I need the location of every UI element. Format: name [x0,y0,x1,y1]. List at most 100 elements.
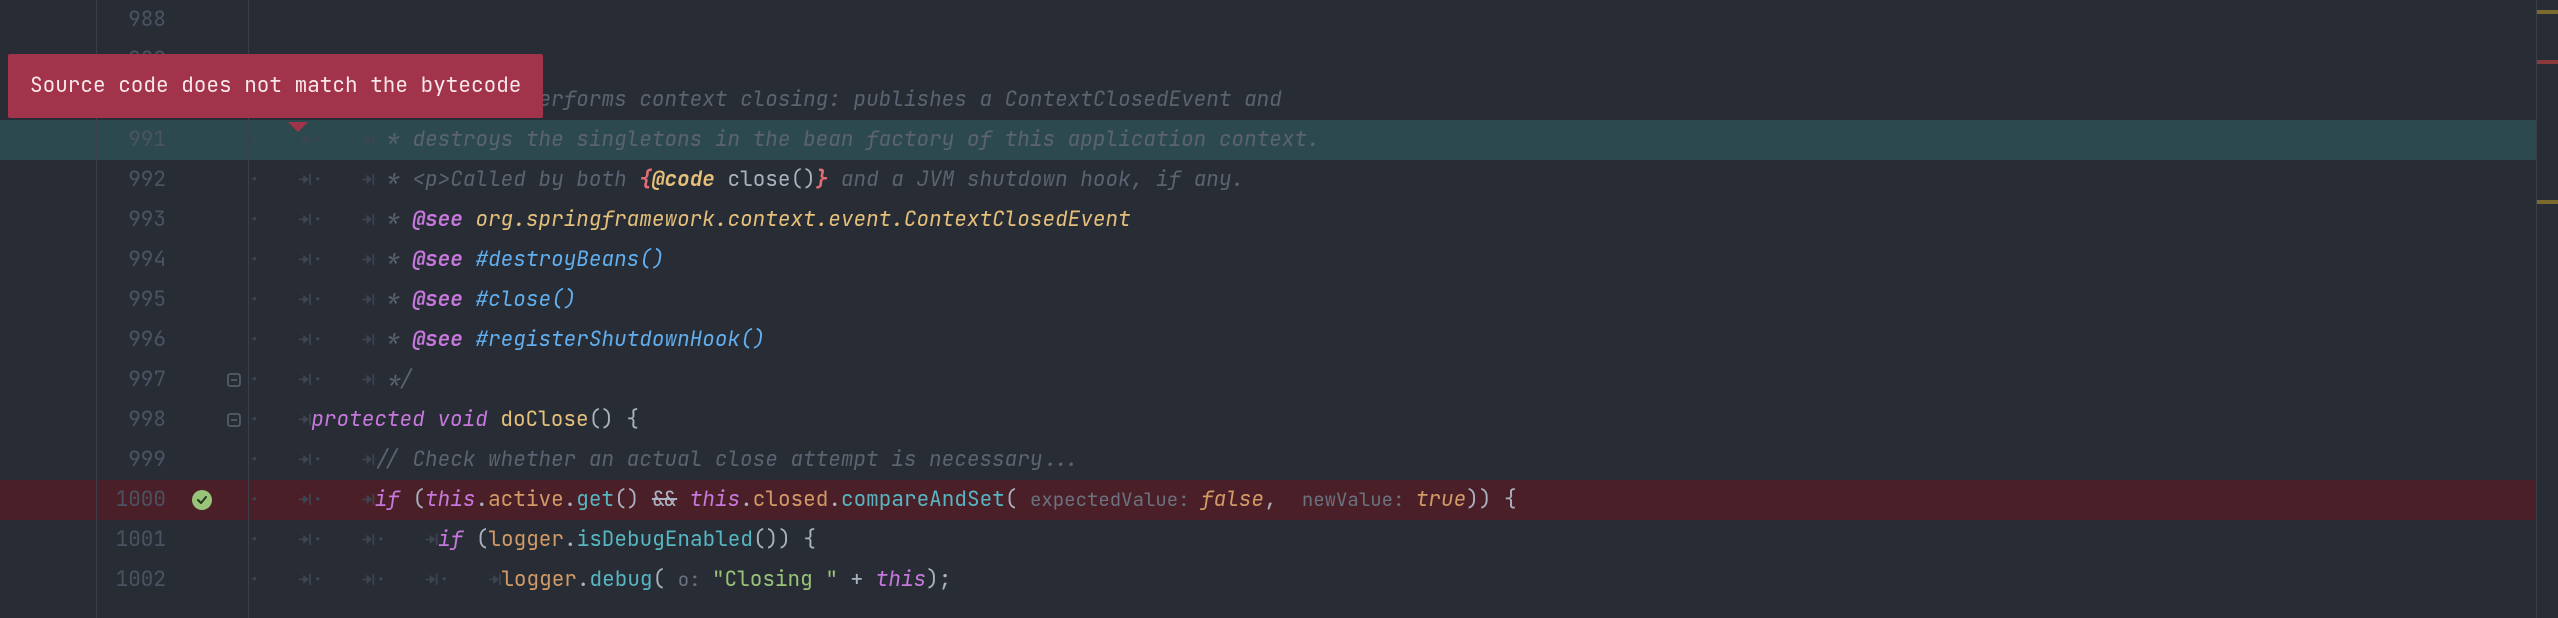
code-line[interactable]: 992 · ⇥· ⇥ * <p>Called by both {@code clo… [0,160,2558,200]
code-text[interactable]: · ⇥· ⇥ */ [248,360,2558,400]
line-number: 996 [96,320,184,360]
code-line[interactable]: 997· ⇥· ⇥ */ [0,360,2558,400]
token: ( [1005,486,1030,513]
line-number: 1001 [96,520,184,560]
token: . [577,566,590,593]
token: o: [678,567,712,592]
token: @code [652,166,715,193]
code-line[interactable]: 994 · ⇥· ⇥ * @see #destroyBeans() [0,240,2558,280]
token: isDebugEnabled [577,526,753,553]
line-number: 991 [96,120,184,160]
token: newValue: [1302,487,1416,512]
breakpoint-gutter[interactable] [184,490,220,510]
token: <p>Called by both [412,166,639,193]
code-text[interactable]: · ⇥· ⇥if (this.active.get() && this.clos… [248,480,2558,520]
token: { [639,166,652,193]
line-number: 994 [96,240,184,280]
code-text[interactable]: · ⇥· ⇥// Check whether an actual close a… [248,440,2558,480]
token: "Closing " [712,566,838,593]
token: false [1201,486,1264,513]
token: close() [715,166,816,193]
code-text[interactable]: · ⇥· ⇥ * @see org.springframework.contex… [248,200,2558,240]
line-number: 1000 [96,480,184,520]
code-line[interactable]: 988 [0,0,2558,40]
code-line[interactable]: 1001 · ⇥· ⇥· ⇥if (logger.isDebugEnabled()… [0,520,2558,560]
code-text[interactable]: · ⇥· ⇥ * @see #registerShutdownHook() [248,320,2558,360]
token: @see [412,246,462,273]
code-line[interactable]: 993· ⇥· ⇥ * @see org.springframework.con… [0,200,2558,240]
token: #destroyBeans() [475,246,664,273]
line-number: 995 [96,280,184,320]
token: #registerShutdownHook() [475,326,765,353]
token: . [740,486,753,513]
code-line[interactable]: 998 · ⇥protected void doClose() { [0,400,2558,440]
token: active [488,486,564,513]
code-text[interactable]: · ⇥· ⇥ * @see #destroyBeans() [248,240,2558,280]
token: ()) { [753,526,816,553]
code-line[interactable]: 991 · ⇥· ⇥ * destroys the singletons in t… [0,120,2558,160]
code-text[interactable]: · ⇥· ⇥· ⇥if (logger.isDebugEnabled()) { [248,520,2558,560]
token: () { [589,406,639,433]
token: . [475,486,488,513]
line-number: 992 [96,160,184,200]
code-line[interactable]: 995 · ⇥· ⇥ * @see #close() [0,280,2558,320]
token: . [564,526,577,553]
token: + [838,566,876,593]
token: * [375,326,413,353]
token: @see [412,286,462,313]
token: * [375,206,413,233]
token: )) { [1466,486,1516,513]
token [463,246,476,273]
code-line[interactable]: 996 · ⇥· ⇥ * @see #registerShutdownHook() [0,320,2558,360]
token: @see [412,206,462,233]
code-text[interactable]: · ⇥· ⇥· ⇥· ⇥logger.debug( o: "Closing " … [248,560,2558,600]
token: #close() [475,286,576,313]
token: this [425,486,475,513]
token [425,406,438,433]
token: } [816,166,829,193]
code-line[interactable]: 1002 · ⇥· ⇥· ⇥· ⇥logger.debug( o: "Closin… [0,560,2558,600]
token: () [614,486,652,513]
token [463,286,476,313]
token: ); [926,566,951,593]
code-line[interactable]: 1000· ⇥· ⇥if (this.active.get() && this.… [0,480,2558,520]
token: this [876,566,926,593]
token: if [375,486,400,513]
token: && [652,486,677,513]
token [488,406,501,433]
code-text[interactable]: · ⇥· ⇥ * destroys the singletons in the … [248,120,2558,160]
editor-scrollbar[interactable] [2536,0,2558,618]
breakpoint-verified-icon [192,490,212,510]
token: debug [590,566,653,593]
code-line[interactable]: 999· ⇥· ⇥// Check whether an actual clos… [0,440,2558,480]
token: ( [653,566,678,593]
fold-collapse-icon[interactable] [227,373,241,387]
line-number: 1002 [96,560,184,600]
fold-gutter[interactable] [220,413,248,427]
token: true [1416,486,1466,513]
scrollbar-marker[interactable] [2537,10,2558,14]
fold-collapse-icon[interactable] [227,413,241,427]
token: compareAndSet [841,486,1005,513]
token: org.springframework.context.event.Contex… [475,206,1130,233]
token: * [375,246,413,273]
token [463,326,476,353]
code-editor[interactable]: 988989990· ⇥· ⇥ * Actually performs cont… [0,0,2558,618]
line-number: 998 [96,400,184,440]
code-text[interactable]: · ⇥· ⇥ * @see #close() [248,280,2558,320]
token: . [564,486,577,513]
token: logger [488,526,564,553]
token: * [375,286,413,313]
token: and a JVM shutdown hook, if any. [828,166,1244,193]
code-text[interactable]: · ⇥· ⇥ * <p>Called by both {@code close(… [248,160,2558,200]
fold-gutter[interactable] [220,373,248,387]
token: void [437,406,487,433]
token: @see [412,326,462,353]
scrollbar-marker[interactable] [2537,200,2558,204]
token: closed [753,486,829,513]
token: * [375,126,413,153]
scrollbar-marker[interactable] [2537,60,2558,64]
token: // Check whether an actual close attempt… [375,446,1081,473]
code-text[interactable]: · ⇥protected void doClose() { [248,400,2558,440]
code-text[interactable]: · ⇥· ⇥ * Actually performs context closi… [248,80,2558,120]
